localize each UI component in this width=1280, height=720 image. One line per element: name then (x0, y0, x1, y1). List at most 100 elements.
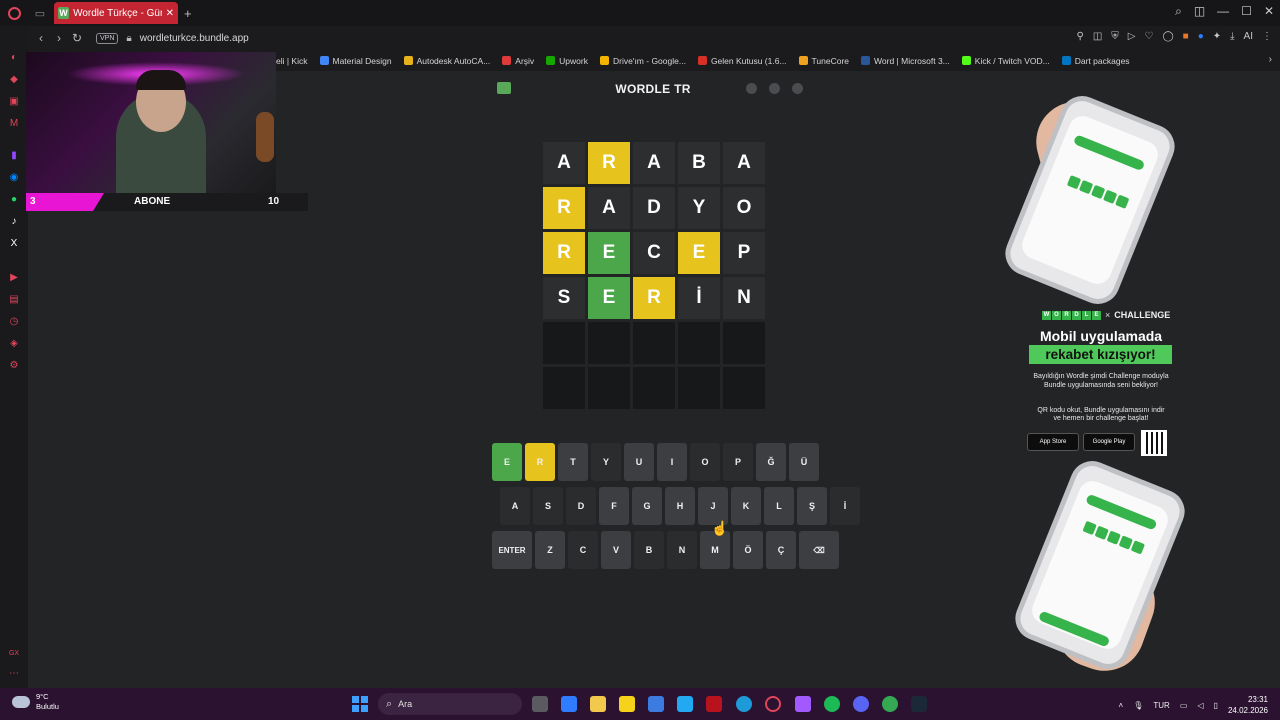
key[interactable]: U (624, 443, 654, 481)
gx-icon[interactable]: ▣ (8, 96, 20, 108)
chrome-icon[interactable] (882, 696, 898, 712)
discord-icon[interactable] (853, 696, 869, 712)
key[interactable]: P (723, 443, 753, 481)
messenger-m-icon[interactable]: M (8, 118, 20, 130)
reload-icon[interactable]: ↻ (68, 31, 86, 45)
network-icon[interactable]: ▭ (1180, 701, 1188, 710)
tab-active[interactable]: W Wordle Türkçe - Günlük Kelime ✕ (54, 2, 178, 24)
messenger-icon[interactable]: ◉ (8, 172, 20, 184)
key[interactable]: L (764, 487, 794, 525)
figma-icon[interactable] (795, 696, 811, 712)
volume-icon[interactable]: ◁ (1197, 701, 1203, 710)
key[interactable]: Ş (797, 487, 827, 525)
snapshot-icon[interactable]: ◫ (1194, 4, 1205, 19)
stats-icon[interactable] (769, 83, 780, 94)
spotify-icon[interactable] (824, 696, 840, 712)
red-app-icon[interactable] (706, 696, 722, 712)
bookmark-item[interactable]: Dart packages (1061, 56, 1130, 66)
x-icon[interactable]: X (8, 238, 20, 250)
task-view-icon[interactable] (532, 696, 548, 712)
tiktok-icon[interactable]: ♪ (8, 216, 20, 228)
new-tab-button[interactable]: + (184, 6, 192, 21)
bookmark-item[interactable]: Upwork (546, 56, 588, 66)
bookmark-item[interactable]: Gelen Kutusu (1.6... (697, 56, 787, 66)
key[interactable]: F (599, 487, 629, 525)
key[interactable]: A (500, 487, 530, 525)
key[interactable]: S (533, 487, 563, 525)
bookmark-item[interactable]: eli | Kick (276, 56, 308, 66)
search-tabs-icon[interactable]: ⌕ (1175, 4, 1182, 19)
app-store-button[interactable]: App Store (1027, 433, 1079, 451)
key[interactable]: I (657, 443, 687, 481)
bookmark-item[interactable]: Autodesk AutoCA... (403, 56, 490, 66)
player-icon[interactable]: ▶ (8, 272, 20, 284)
google-play-button[interactable]: Google Play (1083, 433, 1135, 451)
user-icon[interactable]: ◯ (1162, 31, 1173, 42)
opera-logo-icon[interactable] (0, 0, 28, 26)
key[interactable]: D (566, 487, 596, 525)
bookmark-page-icon[interactable]: ⚲ (1076, 31, 1083, 42)
extension-orange-icon[interactable]: ■ (1183, 31, 1189, 42)
bookmarks-more-icon[interactable]: › (1269, 54, 1272, 65)
edge-icon[interactable] (736, 696, 752, 712)
whatsapp-icon[interactable]: ● (8, 194, 20, 206)
back-icon[interactable]: ‹ (32, 31, 50, 45)
menu-icon[interactable]: ⋮ (1262, 31, 1272, 42)
bookmark-item[interactable]: Material Design (319, 56, 392, 66)
url-field[interactable]: wordleturkce.bundle.app (140, 33, 249, 44)
clock[interactable]: 23:31 24.02.2026 (1228, 694, 1268, 716)
shield-icon[interactable]: ⛨ (1111, 31, 1119, 42)
info-icon[interactable] (746, 83, 757, 94)
settings-icon[interactable]: ⚙ (8, 360, 20, 372)
bookmark-item[interactable]: Kick / Twitch VOD... (961, 56, 1050, 66)
key[interactable]: Z (535, 531, 565, 569)
lock-icon[interactable]: 🔒︎ (126, 33, 131, 44)
vpn-badge[interactable]: VPN (96, 32, 119, 44)
taskbar-search[interactable]: ⌕ Ara (378, 693, 522, 715)
backspace-key[interactable]: ⌫ (799, 531, 839, 569)
file-explorer-icon[interactable] (590, 696, 606, 712)
key[interactable]: K (731, 487, 761, 525)
menu-grid-icon[interactable] (497, 82, 511, 94)
vscode-icon[interactable] (677, 696, 693, 712)
key[interactable]: H (665, 487, 695, 525)
bookmark-item[interactable]: Arşiv (502, 56, 534, 66)
minimize-icon[interactable]: — (1217, 4, 1229, 19)
forward-icon[interactable]: › (50, 31, 68, 45)
bookmark-item[interactable]: TuneCore (798, 56, 849, 66)
weather-widget[interactable]: 9°C Bulutlu (12, 692, 59, 712)
outlook-icon[interactable] (561, 696, 577, 712)
aria-icon[interactable]: ◐ (8, 52, 20, 64)
key[interactable]: Y (591, 443, 621, 481)
extensions-icon[interactable]: ◈ (8, 338, 20, 350)
key[interactable]: O (690, 443, 720, 481)
history-icon[interactable]: ◷ (8, 316, 20, 328)
play-icon[interactable]: ▷ (1128, 31, 1136, 42)
tab-islands-icon[interactable]: ▭ (28, 0, 52, 26)
start-button[interactable] (352, 696, 368, 712)
key[interactable]: Ü (789, 443, 819, 481)
store-icon[interactable] (648, 696, 664, 712)
language-indicator[interactable]: TUR (1153, 701, 1169, 710)
mic-icon[interactable]: 🎙︎ (1133, 701, 1143, 710)
close-window-icon[interactable]: ✕ (1264, 4, 1274, 19)
twitch-icon[interactable]: ▮ (8, 150, 20, 162)
wallet-icon[interactable]: ▤ (8, 294, 20, 306)
key[interactable]: Ğ (756, 443, 786, 481)
sticky-notes-icon[interactable] (619, 696, 635, 712)
key[interactable]: T (558, 443, 588, 481)
enter-key[interactable]: ENTER (492, 531, 532, 569)
more-icon[interactable]: ⋯ (8, 668, 20, 680)
battery-icon[interactable]: ▯ (1214, 701, 1218, 710)
bookmark-item[interactable]: Drive'ım - Google... (599, 56, 686, 66)
key[interactable]: Ö (733, 531, 763, 569)
opera-gx-icon[interactable] (765, 696, 781, 712)
key[interactable]: R (525, 443, 555, 481)
extension-blue-icon[interactable]: ● (1198, 31, 1204, 42)
key[interactable]: V (601, 531, 631, 569)
key[interactable]: Ç (766, 531, 796, 569)
key[interactable]: C (568, 531, 598, 569)
heart-icon[interactable]: ♡ (1144, 31, 1153, 42)
key[interactable]: N (667, 531, 697, 569)
close-tab-icon[interactable]: ✕ (166, 8, 174, 19)
